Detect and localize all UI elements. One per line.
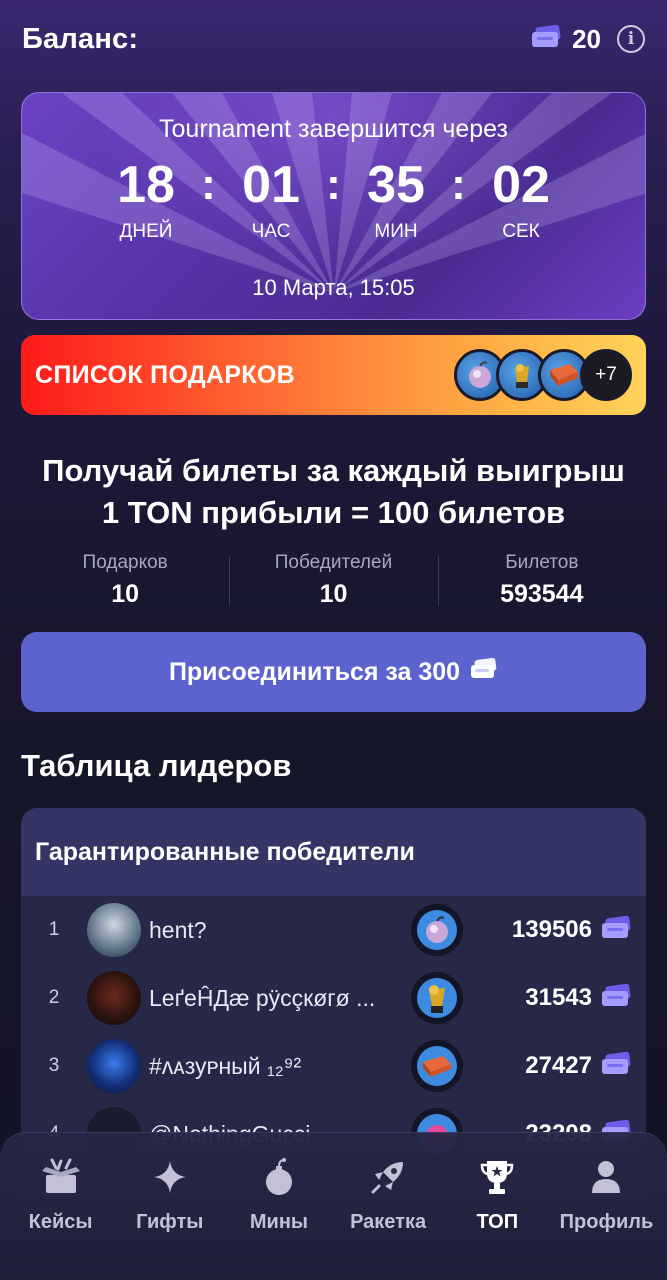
- timer-minutes-label: МИН: [374, 221, 418, 242]
- timer-days-label: ДНЕЙ: [119, 221, 173, 242]
- timer-seconds: 02 СЕК: [466, 159, 576, 243]
- stat-value: 10: [111, 580, 140, 608]
- row-rank: 1: [48, 919, 60, 940]
- countdown-timer: 18 ДНЕЙ : 01 ЧАС : 35 МИН : 02 СЕК: [22, 159, 645, 243]
- stat-label: Подарков: [82, 552, 168, 573]
- row-rank: 2: [48, 987, 60, 1008]
- stat-value: 10: [319, 580, 348, 608]
- nav-label: Гифты: [136, 1211, 204, 1233]
- tournament-stats: Подарков 10 Победителей 10 Билетов 59354…: [21, 552, 646, 608]
- promo-line-1: Получай билеты за каждый выигрыш: [42, 453, 625, 488]
- header: Баланс: 20 i: [22, 18, 645, 60]
- leaderboard-row[interactable]: 3 #ʌᴀзуᴘʜый ₁₂⁹² 27427: [21, 1032, 646, 1100]
- profile-icon: [589, 1157, 623, 1197]
- nav-item-mines[interactable]: Мины: [224, 1133, 333, 1280]
- more-gifts-badge: +7: [580, 349, 632, 401]
- timer-seconds-value: 02: [492, 156, 550, 214]
- nav-label: Мины: [249, 1211, 308, 1233]
- ticket-icon: [600, 915, 632, 946]
- leaderboard-row[interactable]: 2 LeґeĤДæ рÿсçкøгø ... 31543: [21, 964, 646, 1032]
- balance-display[interactable]: 20 i: [530, 24, 645, 55]
- avatar: [87, 971, 141, 1025]
- trophy-icon: [479, 1157, 515, 1197]
- cases-box-icon: [38, 1157, 84, 1197]
- row-rank: 3: [48, 1055, 60, 1076]
- ticket-icon: [600, 983, 632, 1014]
- stat-winners: Победителей 10: [229, 552, 437, 608]
- timer-minutes-value: 35: [367, 156, 425, 214]
- nav-label: ТОП: [476, 1211, 519, 1233]
- row-username: LeґeĤДæ рÿсçкøгø ...: [149, 984, 376, 1011]
- stat-tickets: Билетов 593544: [437, 552, 646, 608]
- nav-item-top[interactable]: ТОП: [443, 1133, 552, 1280]
- brick-gift-icon: [411, 1040, 463, 1092]
- timer-days-value: 18: [117, 156, 175, 214]
- rocket-icon: [369, 1157, 407, 1197]
- promo-text: Получай билеты за каждый выигрыш 1 TON п…: [0, 450, 667, 534]
- avatar: [87, 903, 141, 957]
- timer-days: 18 ДНЕЙ: [91, 159, 201, 243]
- stat-label: Победителей: [274, 552, 393, 573]
- info-icon[interactable]: i: [617, 25, 645, 53]
- balance-label: Баланс:: [22, 22, 139, 55]
- leaderboard-row[interactable]: 1 hent? 139506: [21, 896, 646, 964]
- stat-value: 593544: [500, 580, 584, 608]
- balance-value: 20: [572, 23, 601, 54]
- stat-label: Билетов: [505, 552, 579, 573]
- nav-label: Ракетка: [350, 1211, 427, 1233]
- row-score: 139506: [511, 916, 592, 943]
- timer-seconds-label: СЕК: [502, 221, 540, 242]
- row-score: 27427: [525, 1052, 592, 1079]
- trophy-gift-icon: [411, 972, 463, 1024]
- avatar: [87, 1039, 141, 1093]
- join-tournament-button[interactable]: Присоединиться за 300: [21, 632, 646, 712]
- guaranteed-winners-header: Гарантированные победители: [21, 808, 646, 896]
- row-username: #ʌᴀзуᴘʜый ₁₂⁹²: [149, 1052, 302, 1079]
- timer-separator: :: [201, 160, 216, 209]
- timer-minutes: 35 МИН: [341, 159, 451, 243]
- gift-list-label: СПИСОК ПОДАРКОВ: [35, 360, 295, 389]
- stat-gifts: Подарков 10: [21, 552, 229, 608]
- timer-separator: :: [326, 160, 341, 209]
- nav-label: Профиль: [559, 1211, 654, 1233]
- timer-hours-value: 01: [242, 156, 300, 214]
- ticket-icon: [530, 24, 562, 55]
- gift-list-button[interactable]: СПИСОК ПОДАРКОВ +7: [21, 335, 646, 415]
- tournament-title: Tournament завершится через: [159, 115, 508, 143]
- row-score: 31543: [525, 984, 592, 1011]
- nav-item-gifts[interactable]: Гифты: [115, 1133, 224, 1280]
- bomb-icon: [262, 1157, 296, 1197]
- nav-label: Кейсы: [28, 1211, 93, 1233]
- promo-line-2: 1 TON прибыли = 100 билетов: [101, 495, 566, 530]
- ticket-icon: [470, 657, 498, 687]
- leaderboard-title: Таблица лидеров: [21, 748, 292, 783]
- nav-item-rocket[interactable]: Ракетка: [334, 1133, 443, 1280]
- row-username: hent?: [149, 916, 207, 943]
- nav-item-profile[interactable]: Профиль: [552, 1133, 661, 1280]
- timer-hours: 01 ЧАС: [216, 159, 326, 243]
- ticket-icon: [600, 1051, 632, 1082]
- timer-hours-label: ЧАС: [251, 221, 291, 242]
- join-button-label: Присоединиться за 300: [168, 657, 461, 686]
- peach-gift-icon: [411, 904, 463, 956]
- gift-preview-stack: +7: [454, 349, 632, 401]
- nav-item-cases[interactable]: Кейсы: [6, 1133, 115, 1280]
- tournament-end-date: 10 Марта, 15:05: [252, 275, 415, 300]
- bottom-navigation: Кейсы Гифты Мины Ракетка ТОП Профиль: [0, 1132, 667, 1280]
- tournament-card: Tournament завершится через 18 ДНЕЙ : 01…: [21, 92, 646, 320]
- sparkle-icon: [152, 1157, 188, 1197]
- timer-separator: :: [451, 160, 466, 209]
